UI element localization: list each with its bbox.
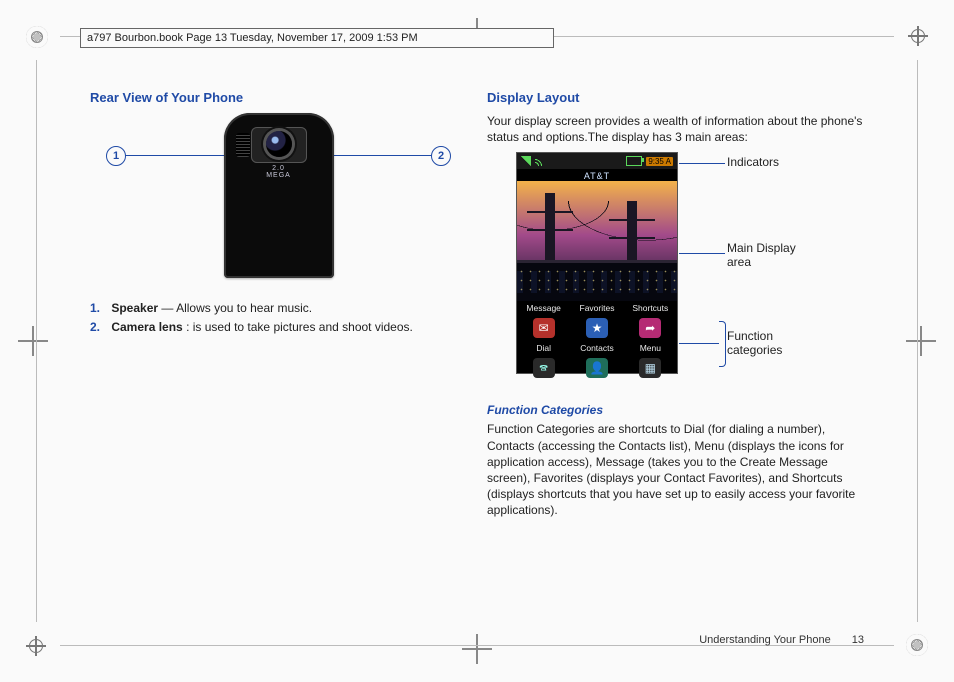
item-desc: : is used to take pictures and shoot vid… — [186, 320, 413, 334]
registration-mark-top-right — [908, 26, 928, 46]
status-bar: 9:35 A — [517, 153, 677, 169]
list-item: 1. Speaker — Allows you to hear music. — [90, 299, 467, 318]
fn-label-message: Message — [517, 301, 570, 315]
fn-label-menu: Menu — [624, 341, 677, 355]
rear-view-list: 1. Speaker — Allows you to hear music. 2… — [90, 299, 467, 337]
bridge-tower-icon — [627, 201, 637, 263]
heading-function-categories: Function Categories — [487, 403, 864, 417]
fn-label-contacts: Contacts — [570, 341, 623, 355]
network-icon — [535, 156, 545, 166]
item-desc: — Allows you to hear music. — [161, 301, 312, 315]
framemaker-header: a797 Bourbon.book Page 13 Tuesday, Novem… — [80, 28, 554, 48]
menu-icon: ▦ — [639, 358, 661, 378]
registration-rosette-bottom-right — [906, 634, 928, 656]
callout-line-1 — [115, 155, 230, 156]
footer-page-number: 13 — [852, 634, 864, 646]
callout-badge-1: 1 — [106, 146, 126, 166]
camera-lens-icon — [266, 131, 292, 157]
callout-badge-2: 2 — [431, 146, 451, 166]
page-footer: Understanding Your Phone 13 — [699, 634, 864, 646]
annotation-indicators: Indicators — [727, 155, 779, 169]
display-layout-intro: Your display screen provides a wealth of… — [487, 113, 864, 145]
function-categories-body: Function Categories are shortcuts to Dia… — [487, 421, 864, 518]
leader-line-main-area — [679, 253, 725, 254]
item-number: 1. — [90, 299, 108, 318]
annotation-main-area: Main Display area — [727, 241, 817, 269]
signal-icon — [521, 156, 531, 166]
annotation-main-area-line2: area — [727, 255, 751, 269]
annotation-fn-line2: categories — [727, 343, 782, 357]
page-body: Rear View of Your Phone 1 2 2.0 MEGA 1. … — [90, 90, 864, 612]
function-row-1-icons: ✉ ★ ➦ — [517, 315, 677, 341]
carrier-label: AT&T — [517, 169, 677, 181]
clock-label: 9:35 A — [646, 157, 673, 166]
annotation-fn-line1: Function — [727, 329, 773, 343]
registration-rosette-top-left — [26, 26, 48, 48]
bridge-tower-icon — [545, 193, 555, 263]
heading-rear-view: Rear View of Your Phone — [90, 90, 467, 105]
function-row-2-labels: Dial Contacts Menu — [517, 341, 677, 355]
fn-label-favorites: Favorites — [570, 301, 623, 315]
fn-label-dial: Dial — [517, 341, 570, 355]
camera-megapixel-label: 2.0 MEGA — [266, 165, 291, 179]
city-lights-icon — [517, 267, 677, 297]
callout-line-2 — [327, 155, 442, 156]
registration-mark-bottom-left — [26, 636, 46, 656]
phone-screen-figure: 9:35 A AT&T Message Favorites Shortcuts — [487, 153, 864, 393]
mp-line2: MEGA — [266, 172, 291, 179]
phone-screen: 9:35 A AT&T Message Favorites Shortcuts — [517, 153, 677, 373]
message-icon: ✉ — [533, 318, 555, 338]
mp-line1: 2.0 — [266, 165, 291, 172]
contacts-icon: 👤 — [586, 358, 608, 378]
right-column: Display Layout Your display screen provi… — [487, 90, 864, 612]
heading-display-layout: Display Layout — [487, 90, 864, 105]
crop-cross-right — [906, 326, 936, 356]
item-term: Speaker — [111, 301, 158, 315]
trim-line-left — [36, 60, 37, 622]
function-row-2-icons: 🕿 👤 ▦ — [517, 355, 677, 381]
trim-line-right — [917, 60, 918, 622]
crop-cross-bottom — [462, 634, 492, 664]
crop-cross-left — [18, 326, 48, 356]
leader-line-indicators — [679, 163, 725, 164]
battery-icon — [626, 156, 642, 166]
list-item: 2. Camera lens : is used to take picture… — [90, 318, 467, 337]
footer-section-name: Understanding Your Phone — [699, 634, 831, 646]
bridge-cable-icon — [517, 201, 677, 261]
function-row-1-labels: Message Favorites Shortcuts — [517, 301, 677, 315]
annotation-main-area-line1: Main Display — [727, 241, 796, 255]
dial-icon: 🕿 — [533, 358, 555, 378]
shortcuts-icon: ➦ — [639, 318, 661, 338]
leader-line-function-categories — [679, 343, 719, 344]
brace-function-categories — [719, 321, 726, 367]
item-term: Camera lens — [111, 320, 182, 334]
speaker-icon — [236, 133, 250, 157]
fn-label-shortcuts: Shortcuts — [624, 301, 677, 315]
phone-rear-body: 2.0 MEGA — [224, 113, 334, 278]
wallpaper-image — [517, 181, 677, 301]
left-column: Rear View of Your Phone 1 2 2.0 MEGA 1. … — [90, 90, 467, 612]
favorites-icon: ★ — [586, 318, 608, 338]
item-number: 2. — [90, 318, 108, 337]
annotation-function-categories: Function categories — [727, 329, 817, 357]
phone-rear-figure: 1 2 2.0 MEGA — [90, 113, 467, 293]
